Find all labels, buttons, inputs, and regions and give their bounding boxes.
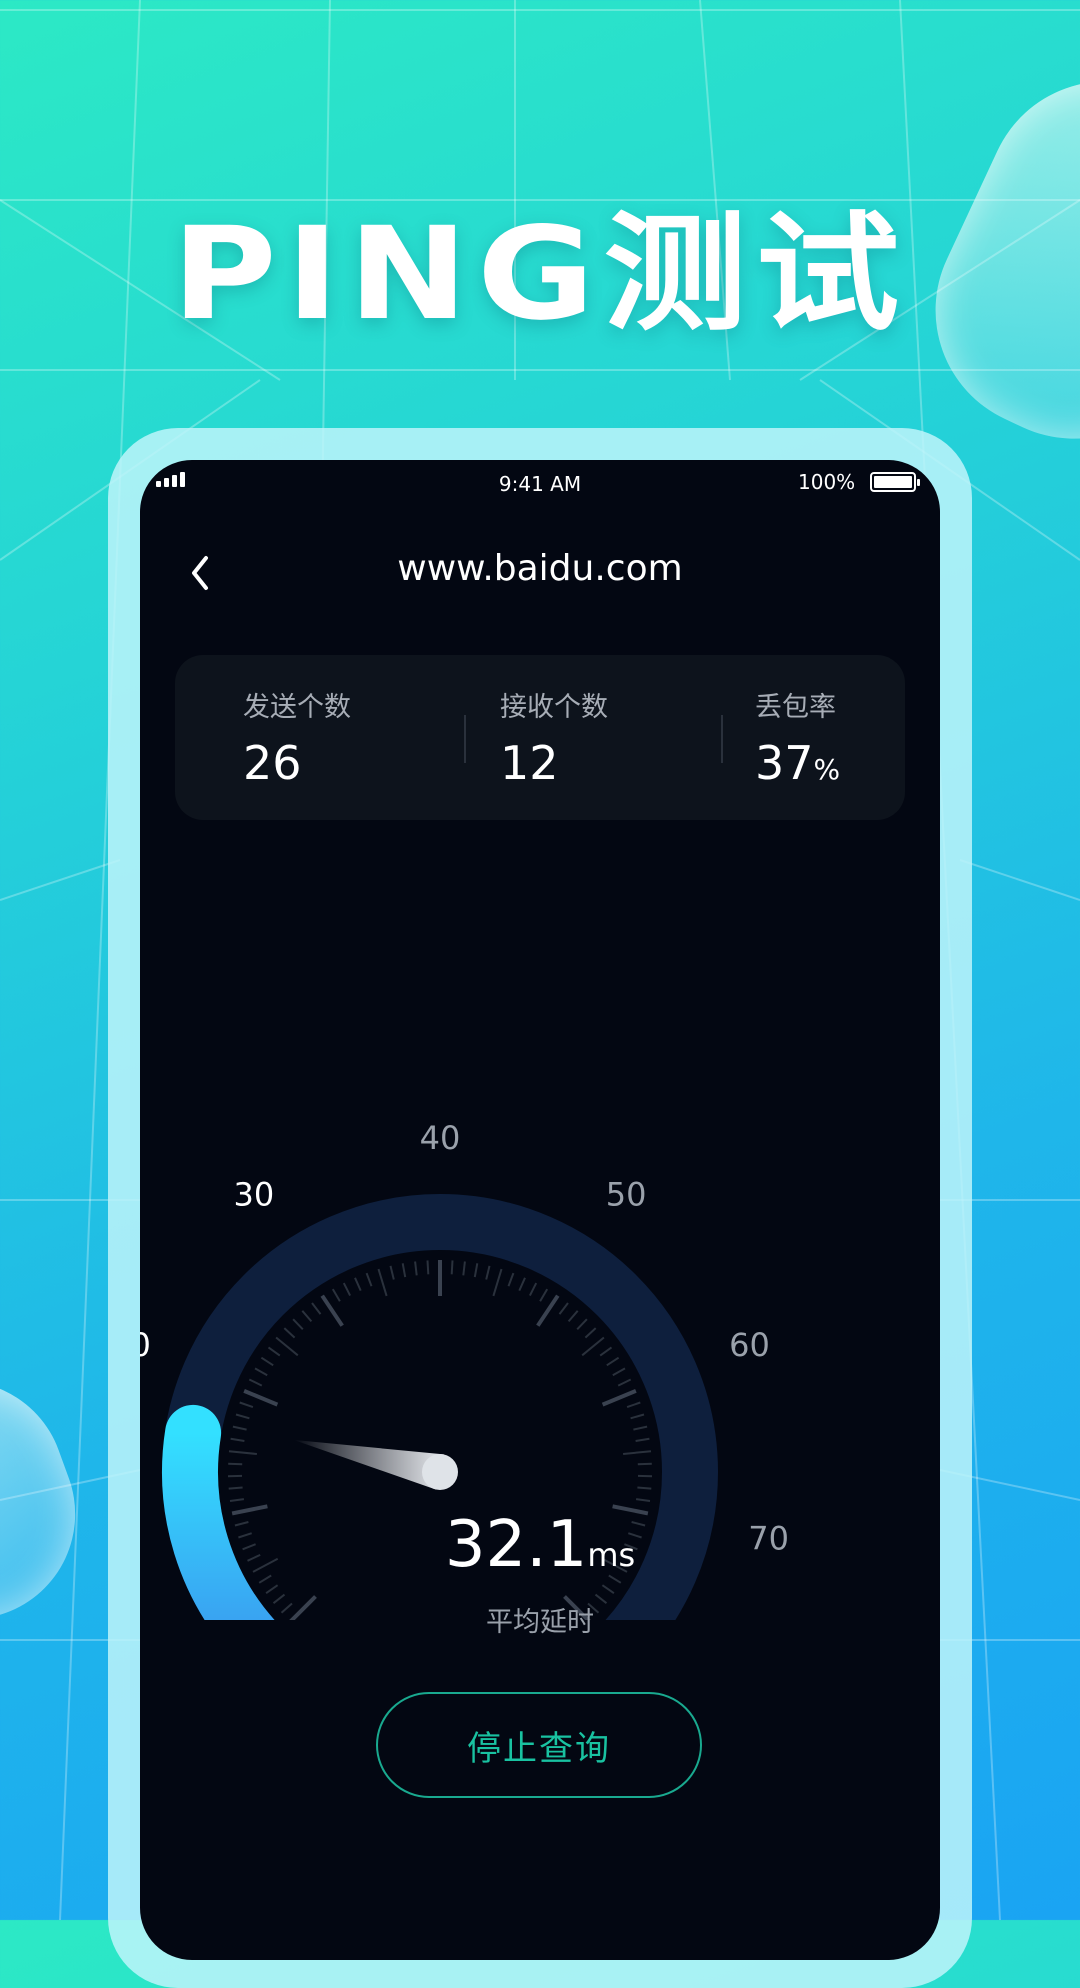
gauge-tick: [637, 1488, 651, 1489]
gauge-tick: [233, 1427, 247, 1430]
gauge-tick: [249, 1380, 261, 1386]
gauge-tick: [569, 1311, 578, 1322]
gauge-tick: [229, 1488, 243, 1489]
gauge-tick: [255, 1368, 267, 1375]
divider: [464, 715, 466, 763]
gauge-tick: [475, 1263, 478, 1277]
needle-hub: [422, 1454, 458, 1490]
gauge-tick: [230, 1499, 244, 1501]
latency-value: 32.1: [445, 1508, 588, 1582]
battery-icon: [870, 472, 916, 492]
gauge-tick: [293, 1319, 303, 1329]
gauge-needle: [294, 1440, 459, 1490]
divider: [721, 715, 723, 763]
gauge-tick: [379, 1269, 387, 1296]
gauge-tick: [633, 1427, 647, 1430]
gauge-tick: [585, 1328, 595, 1338]
gauge-tick: [403, 1263, 406, 1277]
stat-label: 接收个数: [500, 685, 700, 724]
gauge-tick: [603, 1391, 636, 1405]
gauge-tick: [244, 1391, 277, 1405]
latency-gauge: 01020304050607080: [140, 840, 940, 1620]
gauge-tick: [600, 1347, 611, 1355]
gauge-tick-label: 50: [606, 1176, 647, 1214]
headline: PING测试: [0, 170, 1080, 355]
gauge-tick: [276, 1338, 298, 1356]
gauge-tick: [463, 1262, 465, 1276]
stat-sent: 发送个数 26: [243, 685, 443, 790]
gauge-tick: [627, 1403, 640, 1408]
gauge-tick-label: 60: [729, 1326, 770, 1364]
gauge-tick: [602, 1585, 614, 1593]
gauge-tick: [613, 1368, 625, 1375]
gauge-tick: [636, 1499, 650, 1501]
gauge-tick: [486, 1266, 489, 1280]
gauge-tick: [355, 1278, 361, 1291]
needle-pointer: [294, 1440, 444, 1490]
stat-received: 接收个数 12: [500, 685, 700, 790]
battery-percent: 100%: [798, 470, 855, 494]
gauge-tick: [540, 1289, 547, 1301]
gauge-tick: [391, 1266, 394, 1280]
status-bar: 9:41 AM 100%: [140, 460, 940, 520]
gauge-tick: [367, 1273, 372, 1286]
gauge-tick: [530, 1283, 536, 1296]
gauge-tick: [415, 1262, 417, 1276]
gauge-tick: [269, 1347, 280, 1355]
gauge-tick-label: 30: [234, 1176, 275, 1214]
gauge-tick: [266, 1585, 278, 1593]
stat-label: 丢包率: [755, 685, 940, 724]
gauge-tick: [261, 1358, 273, 1366]
latency-label: 平均延时: [140, 1600, 940, 1639]
gauge-tick: [236, 1415, 249, 1419]
stat-value: 26: [243, 736, 443, 790]
gauge-tick: [302, 1311, 311, 1322]
stat-value: 12: [500, 736, 700, 790]
gauge-tick: [618, 1380, 631, 1386]
gauge-tick: [231, 1439, 245, 1441]
page-title: www.baidu.com: [140, 548, 940, 589]
stat-value: 37%: [755, 736, 940, 790]
gauge-tick: [560, 1303, 569, 1314]
latency-unit: ms: [587, 1536, 635, 1574]
gauge-tick: [284, 1328, 294, 1338]
stop-query-button[interactable]: 停止查询: [376, 1692, 702, 1798]
gauge-tick: [229, 1451, 257, 1454]
gauge-tick: [240, 1403, 253, 1408]
gauge-tick: [623, 1451, 651, 1454]
gauge-tick: [636, 1439, 650, 1441]
gauge-tick: [519, 1278, 525, 1291]
gauge-tick: [344, 1283, 350, 1296]
gauge-tick: [582, 1338, 604, 1356]
gauge-tick: [631, 1415, 644, 1419]
stats-card: 发送个数 26 接收个数 12 丢包率 37%: [175, 655, 905, 820]
average-latency: 32.1ms: [140, 1508, 940, 1582]
gauge-tick-label: 40: [420, 1119, 461, 1157]
gauge-tick: [452, 1260, 453, 1274]
stat-unit: %: [814, 753, 841, 786]
gauge-tick: [428, 1260, 429, 1274]
gauge-tick: [333, 1289, 340, 1301]
gauge-tick: [493, 1269, 501, 1296]
stat-label: 发送个数: [243, 685, 443, 724]
gauge-tick: [509, 1273, 514, 1286]
gauge-tick: [228, 1464, 242, 1465]
phone-screen: 9:41 AM 100% www.baidu.com 发送个数 26 接收个数 …: [140, 460, 940, 1960]
gauge-tick-label: 20: [140, 1326, 151, 1364]
gauge-tick: [638, 1464, 652, 1465]
gauge-tick: [577, 1319, 587, 1329]
stat-loss-rate: 丢包率 37%: [755, 685, 940, 790]
gauge-tick: [607, 1358, 619, 1366]
gauge-tick: [312, 1303, 321, 1314]
